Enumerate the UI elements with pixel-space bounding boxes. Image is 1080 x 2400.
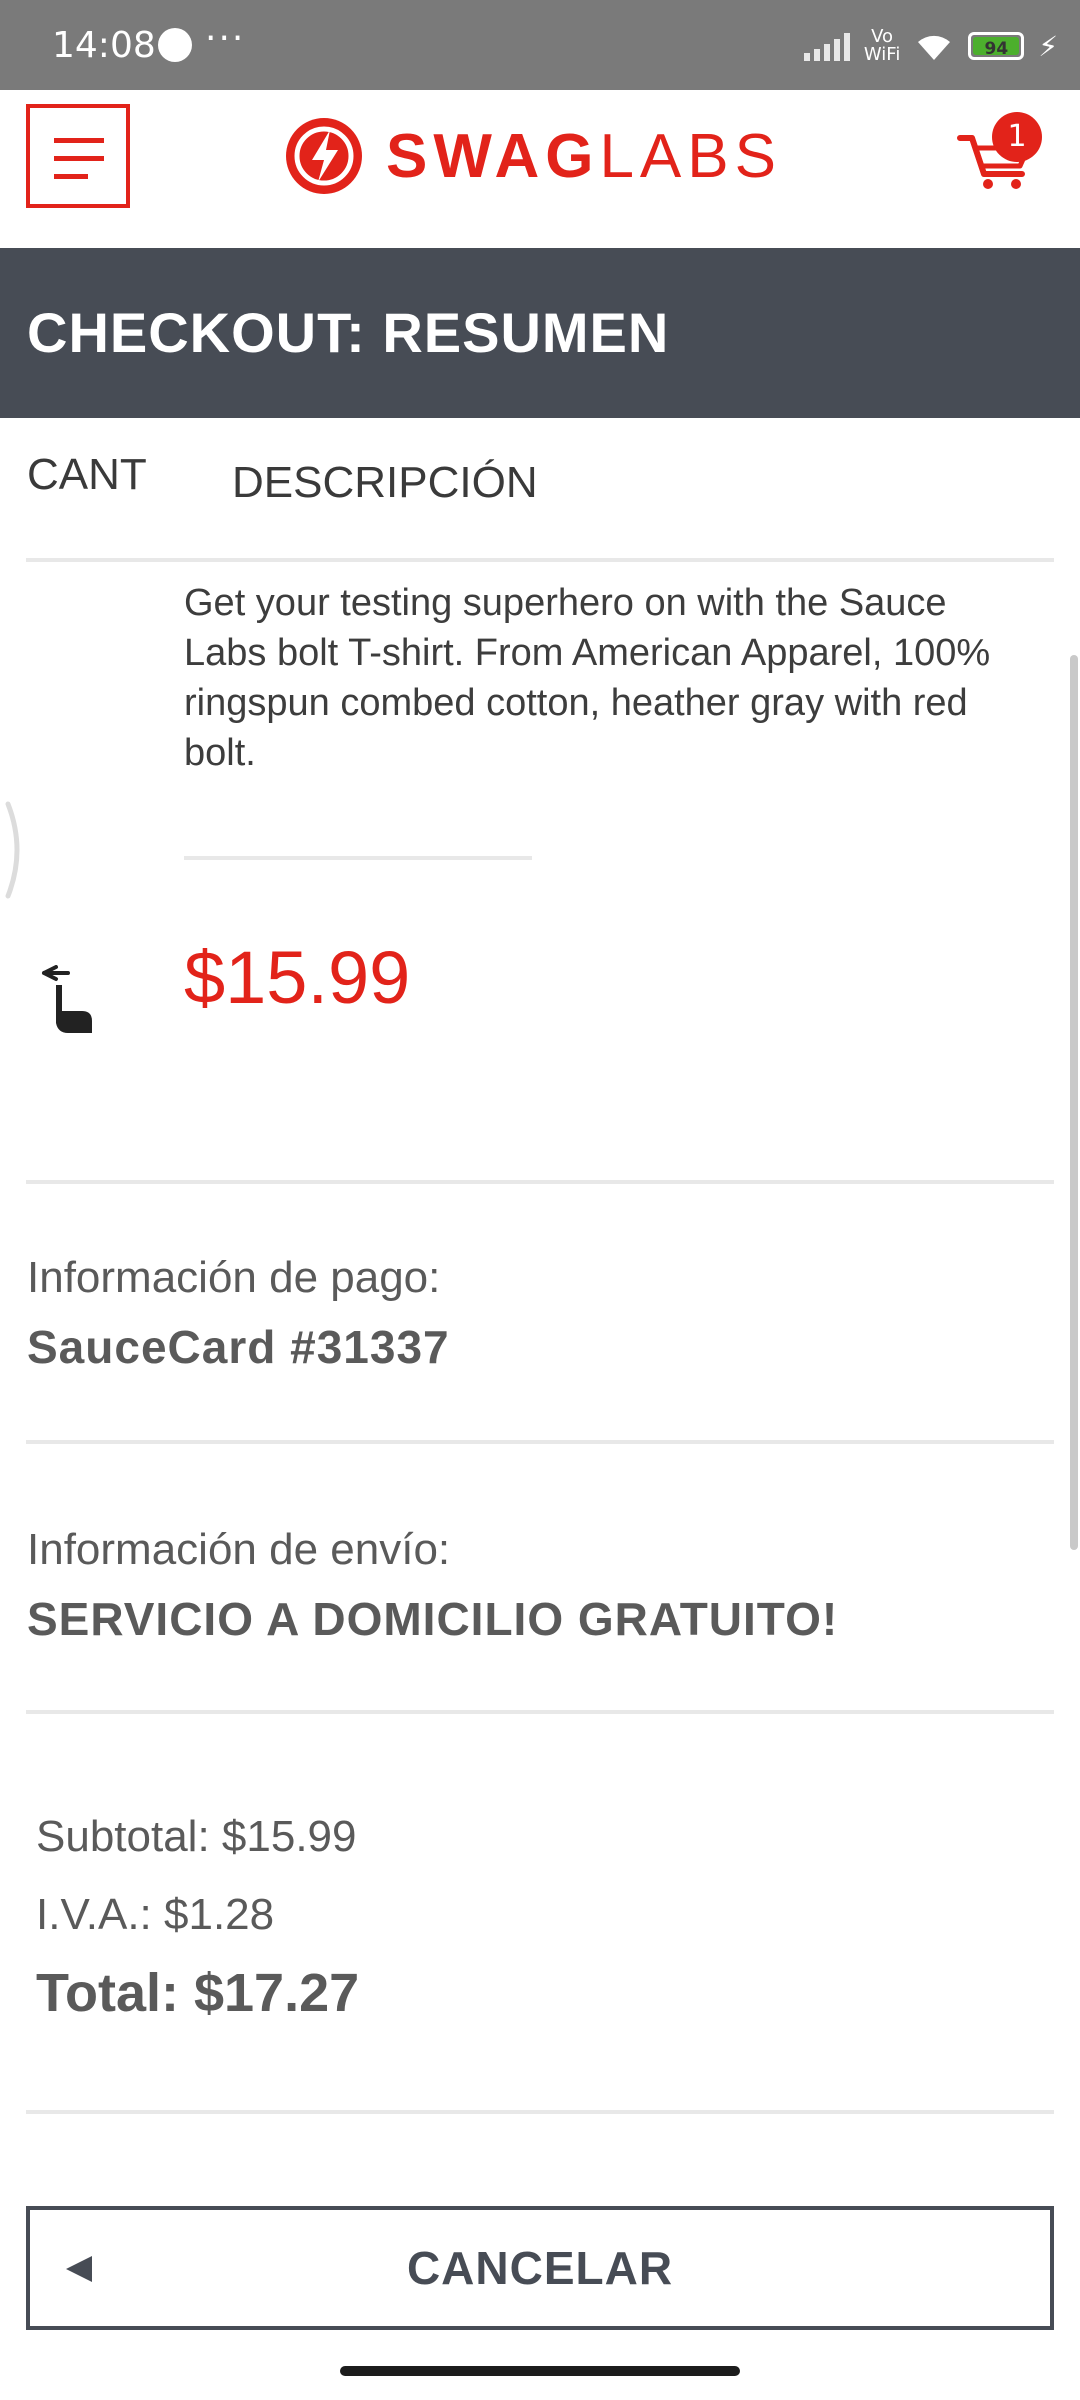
- vowifi-icon: Vo WiFi: [863, 26, 901, 65]
- divider: [26, 2110, 1054, 2114]
- wifi-icon: [918, 35, 951, 60]
- item-description: Get your testing superhero on with the S…: [184, 582, 991, 774]
- payment-info-label: Información de pago:: [27, 1253, 441, 1302]
- charging-icon: ⚡: [1038, 29, 1058, 63]
- menu-button[interactable]: [26, 104, 130, 208]
- subtotal: Subtotal: $15.99: [36, 1812, 357, 1861]
- divider: [26, 1710, 1054, 1714]
- logo-text: SWAGLABS: [386, 121, 782, 191]
- swipe-delete-icon[interactable]: [38, 965, 98, 1035]
- divider: [26, 558, 1054, 562]
- column-header-qty: CANT: [27, 450, 147, 499]
- total: Total: $17.27: [36, 1963, 360, 2023]
- battery-icon: 94: [968, 32, 1025, 60]
- cart-badge: 1: [992, 112, 1042, 162]
- status-icons: Vo WiFi 94 ⚡: [803, 22, 1058, 70]
- column-header-description: DESCRIPCIÓN: [232, 458, 538, 507]
- scrollbar[interactable]: [1070, 655, 1078, 1550]
- payment-info-value: SauceCard #31337: [27, 1321, 450, 1373]
- home-indicator[interactable]: [340, 2366, 740, 2376]
- battery-level: 94: [984, 39, 1009, 59]
- page-title: CHECKOUT: RESUMEN: [0, 248, 1080, 418]
- status-bar: 14:08 ··· Vo WiFi 94 ⚡: [0, 0, 1080, 90]
- divider: [26, 1180, 1054, 1184]
- bolt-logo-icon: [286, 118, 362, 194]
- cancel-button[interactable]: CANCELAR: [26, 2206, 1054, 2330]
- shipping-info-label: Información de envío:: [27, 1525, 451, 1574]
- divider: [26, 1440, 1054, 1444]
- tax: I.V.A.: $1.28: [36, 1890, 275, 1939]
- more-notifications-icon: ···: [205, 18, 246, 59]
- shipping-info-value: SERVICIO A DOMICILIO GRATUITO!: [27, 1593, 839, 1645]
- app-header: SWAGLABS 1: [0, 90, 1080, 248]
- item-price: $15.99: [184, 936, 411, 1019]
- signal-icon: [803, 31, 850, 61]
- status-time: 14:08: [52, 25, 156, 66]
- edge-gesture-indicator: [5, 801, 20, 899]
- sync-icon: [158, 28, 192, 62]
- cancel-button-label: CANCELAR: [406, 2242, 674, 2294]
- swag-labs-logo: SWAGLABS: [284, 114, 782, 198]
- divider: [184, 856, 532, 860]
